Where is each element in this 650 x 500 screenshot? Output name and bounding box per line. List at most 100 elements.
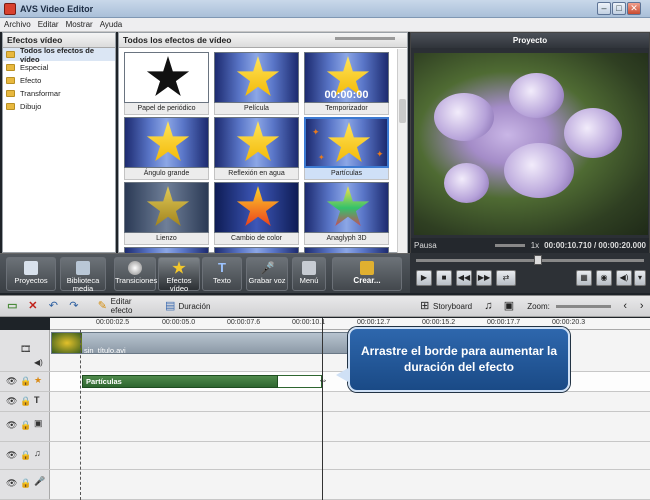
effect-label: Película (214, 103, 299, 115)
effect-tile-canvas[interactable]: Lienzo (124, 182, 209, 245)
fullscreen-icon[interactable]: ▦ (576, 270, 592, 286)
close-button[interactable]: ✕ (627, 2, 641, 15)
star-icon (236, 121, 280, 162)
eye-icon[interactable]: 👁 (6, 376, 17, 387)
create-button[interactable]: Crear... (332, 257, 402, 291)
effect-tile-water-reflection[interactable]: Reflexión en agua (214, 117, 299, 180)
text-button[interactable]: T Texto (202, 257, 242, 291)
edit-effect-icon[interactable]: ✎ (94, 298, 111, 314)
redo-icon[interactable]: ↷ (66, 298, 83, 314)
record-voice-button[interactable]: 🎤 Grabar voz (246, 257, 288, 291)
video-frame (414, 53, 648, 235)
flower-image (509, 73, 564, 118)
category-dibujo[interactable]: Dibujo (3, 100, 115, 113)
effect-tile-newspaper[interactable]: Papel de periódico (124, 52, 209, 115)
menu-button[interactable]: Menú (292, 257, 326, 291)
expand-icon[interactable]: › (633, 298, 650, 314)
effect-tile-timer[interactable]: 00:00:00 Temporizador (304, 52, 389, 115)
maximize-button[interactable]: □ (612, 2, 626, 15)
effect-label: Reflexión en agua (214, 168, 299, 180)
loop-button[interactable]: ⇄ (496, 270, 516, 286)
zoom-slider[interactable] (555, 304, 611, 308)
storyboard-icon[interactable]: ⊞ (416, 298, 433, 314)
delete-icon[interactable]: ✕ (25, 298, 42, 314)
microphone-icon: 🎤 (34, 476, 46, 486)
playhead[interactable] (322, 318, 323, 500)
effect-label: Cambio de color (214, 233, 299, 245)
projects-button[interactable]: Proyectos (6, 257, 56, 291)
category-efecto[interactable]: Efecto (3, 74, 115, 87)
effect-tile-anaglyph[interactable]: Anaglyph 3D (304, 182, 389, 245)
effect-tile-film[interactable]: Película (214, 52, 299, 115)
effect-thumbnail (304, 182, 389, 233)
eye-icon[interactable]: 👁 (6, 396, 17, 407)
effect-tile-wide-angle[interactable]: Ángulo grande (124, 117, 209, 180)
scrollbar-thumb[interactable] (399, 99, 406, 123)
lock-icon[interactable]: 🔒 (20, 420, 31, 431)
edit-effect-button[interactable]: Editar efecto (111, 297, 152, 315)
minimize-button[interactable]: – (597, 2, 611, 15)
previous-frame-button[interactable]: ◀◀ (456, 270, 472, 286)
eye-icon[interactable]: 👁 (6, 450, 17, 461)
media-library-button[interactable]: Biblioteca media (60, 257, 106, 293)
speed-slider[interactable] (494, 244, 525, 247)
next-frame-button[interactable]: ▶▶ (476, 270, 492, 286)
options-dropdown-icon[interactable]: ▾ (634, 270, 646, 286)
effects-scrollbar[interactable] (397, 49, 407, 253)
collapse-icon[interactable]: ‹ (617, 298, 634, 314)
add-icon[interactable]: ▭ (4, 298, 21, 314)
folder-icon (6, 103, 15, 110)
star-icon (172, 261, 186, 274)
button-label: Efectos vídeo (166, 276, 192, 293)
effect-drag-extension (278, 375, 322, 388)
category-transformar[interactable]: Transformar (3, 87, 115, 100)
menu-ayuda[interactable]: Ayuda (100, 20, 123, 29)
star-icon (326, 186, 370, 227)
effect-tile-particles[interactable]: ✦ ✦ ✦ Partículas (304, 117, 389, 180)
menu-mostrar[interactable]: Mostrar (66, 20, 93, 29)
volume-icon[interactable]: ◀) (616, 270, 632, 286)
ruler-tick: 00:00:02.5 (96, 319, 130, 326)
thumbnail-size-slider[interactable] (335, 37, 395, 40)
effect-tile-color-change[interactable]: Cambio de color (214, 182, 299, 245)
undo-icon[interactable]: ↶ (45, 298, 62, 314)
lock-icon[interactable]: 🔒 (20, 396, 31, 407)
button-label: Transiciones (115, 276, 158, 285)
effect-track-icon: ★ (34, 375, 43, 385)
star-icon (236, 56, 280, 97)
stop-button[interactable]: ■ (436, 270, 452, 286)
lock-icon[interactable]: 🔒 (20, 478, 31, 489)
eye-icon[interactable]: 👁 (6, 420, 17, 431)
menu-bar: Archivo Editar Mostrar Ayuda (0, 18, 650, 32)
effect-label: Papel de periódico (124, 103, 209, 115)
effect-clip-particles[interactable]: Partículas (82, 375, 278, 388)
transitions-icon (128, 261, 142, 275)
storyboard-button[interactable]: Storyboard (433, 302, 472, 311)
snapshot-icon[interactable]: ◉ (596, 270, 612, 286)
eye-icon[interactable]: 👁 (6, 478, 17, 489)
voice-icon[interactable]: ♫ (480, 298, 497, 314)
button-label: Crear... (353, 276, 381, 285)
duration-button[interactable]: Duración (178, 302, 210, 311)
menu-archivo[interactable]: Archivo (4, 20, 31, 29)
audio-track-icon: ◀) (34, 358, 43, 367)
lock-icon[interactable]: 🔒 (20, 376, 31, 387)
category-all-effects[interactable]: Todos los efectos de vídeo (3, 46, 115, 64)
display-icon[interactable]: ▣ (501, 298, 518, 314)
track-header: 👁 🔒 T (0, 392, 50, 411)
overlay-track-icon: ▣ (34, 418, 43, 428)
transitions-button[interactable]: Transiciones (114, 257, 158, 291)
menu-editar[interactable]: Editar (38, 20, 59, 29)
star-icon (327, 122, 371, 163)
flower-image (504, 143, 574, 198)
duration-icon[interactable]: ▤ (162, 298, 179, 314)
lock-icon[interactable]: 🔒 (20, 450, 31, 461)
time-readout: 00:00:10.710 / 00:00:20.000 (544, 241, 646, 250)
seek-handle[interactable] (534, 255, 542, 265)
track-header: 👁 🔒 ▣ (0, 412, 50, 441)
video-effects-button[interactable]: Efectos vídeo (158, 257, 200, 293)
seek-bar[interactable] (416, 259, 644, 262)
flower-image (444, 163, 489, 203)
play-button[interactable]: ▶ (416, 270, 432, 286)
text-track-icon: T (34, 395, 40, 405)
